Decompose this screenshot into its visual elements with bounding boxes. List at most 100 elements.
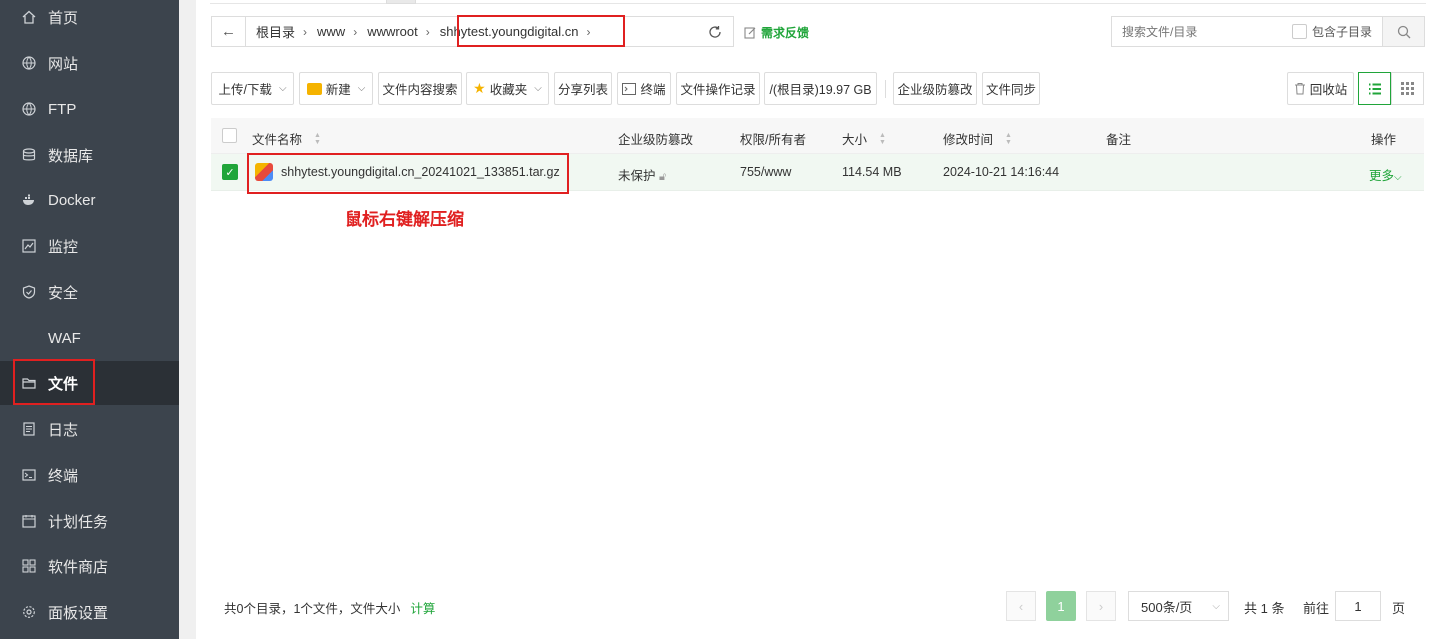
shield-icon xyxy=(22,285,36,299)
list-icon xyxy=(1368,83,1381,94)
terminal-button[interactable]: 终端 xyxy=(617,72,671,105)
header-name[interactable]: 文件名称 ▲ ▼ xyxy=(252,129,321,148)
header-remark-label: 备注 xyxy=(1106,133,1132,147)
favorites-dropdown[interactable]: ★ 收藏夹 ⌵ xyxy=(466,72,549,105)
share-list-label: 分享列表 xyxy=(558,83,609,97)
include-subdir-label: 包含子目录 xyxy=(1312,25,1373,39)
trash-icon xyxy=(1294,83,1305,95)
share-list-button[interactable]: 分享列表 xyxy=(554,72,612,105)
content-search-button[interactable]: 文件内容搜索 xyxy=(378,72,462,105)
breadcrumb-wwwroot[interactable]: wwwroot xyxy=(357,24,426,39)
sidebar-item-settings[interactable]: 面板设置 xyxy=(0,590,179,634)
table-row[interactable]: ✓ shhytest.youngdigital.cn_20241021_1338… xyxy=(211,154,1424,191)
breadcrumb-www[interactable]: www xyxy=(307,24,353,39)
header-mtime-label: 修改时间 xyxy=(943,133,994,147)
sidebar-item-label: 计划任务 xyxy=(48,513,109,531)
row-checkbox[interactable]: ✓ xyxy=(222,164,238,180)
operation-log-button[interactable]: 文件操作记录 xyxy=(676,72,760,105)
grid-view-button[interactable] xyxy=(1391,72,1424,105)
sidebar-item-cron[interactable]: 计划任务 xyxy=(0,499,179,543)
chevron-down-icon: ⌵ xyxy=(357,83,366,94)
firewall-icon xyxy=(22,331,36,345)
total-count: 共 1 条 xyxy=(1244,601,1285,616)
select-all-checkbox[interactable] xyxy=(222,128,237,143)
edit-icon xyxy=(744,27,756,39)
page-size-label: 500条/页 xyxy=(1141,599,1193,615)
sidebar-item-home[interactable]: 首页 xyxy=(0,0,179,39)
file-sync-button[interactable]: 文件同步 xyxy=(982,72,1040,105)
search-input[interactable] xyxy=(1112,17,1292,46)
next-page-button[interactable]: › xyxy=(1086,591,1116,621)
feedback-link[interactable]: 需求反馈 xyxy=(744,24,809,41)
page-size-select[interactable]: 500条/页 ⌵ xyxy=(1128,591,1229,621)
upload-download-label: 上传/下载 xyxy=(218,83,272,97)
prev-page-button[interactable]: ‹ xyxy=(1006,591,1036,621)
header-mtime[interactable]: 修改时间 ▲ ▼ xyxy=(943,129,1012,148)
sidebar-item-logs[interactable]: 日志 xyxy=(0,407,179,451)
search-icon xyxy=(1397,25,1410,38)
page-number-current[interactable]: 1 xyxy=(1046,591,1076,621)
terminal-icon xyxy=(622,82,637,95)
breadcrumb-site[interactable]: shhytest.youngdigital.cn xyxy=(430,24,587,39)
apps-icon xyxy=(22,559,36,573)
breadcrumb-root[interactable]: 根目录 xyxy=(246,22,303,41)
tab-stub[interactable] xyxy=(386,0,416,4)
chevron-down-icon: ⌵ xyxy=(1394,172,1402,183)
sidebar-item-label: WAF xyxy=(48,329,81,347)
file-name[interactable]: shhytest.youngdigital.cn_20241021_133851… xyxy=(281,165,560,179)
sidebar-item-store[interactable]: 软件商店 xyxy=(0,544,179,588)
sidebar-item-terminal[interactable]: 终端 xyxy=(0,453,179,497)
calculate-link[interactable]: 计算 xyxy=(410,598,435,617)
sidebar-item-ftp[interactable]: FTP xyxy=(0,87,179,131)
sidebar-item-monitor[interactable]: 监控 xyxy=(0,224,179,268)
file-permission[interactable]: 755/www xyxy=(740,165,791,179)
sidebar-item-security[interactable]: 安全 xyxy=(0,270,179,314)
back-button[interactable]: ← xyxy=(212,17,246,46)
sidebar-item-label: FTP xyxy=(48,100,77,118)
arrow-left-icon: ← xyxy=(221,23,236,40)
tamper-status[interactable]: 未保护 🔓︎ xyxy=(618,165,666,184)
unlock-icon: 🔓︎ xyxy=(659,171,667,183)
chevron-down-icon: ⌵ xyxy=(1212,600,1220,612)
tamper-proof-label: 企业级防篡改 xyxy=(897,83,973,97)
path-bar: ← 根目录 › www › wwwroot › shhytest.youngdi… xyxy=(211,16,734,47)
check-icon: ✓ xyxy=(225,166,235,179)
goto-page-input[interactable]: 1 xyxy=(1335,591,1381,621)
toolbar-divider xyxy=(885,80,886,98)
sort-icon: ▲ ▼ xyxy=(1005,131,1012,146)
upload-download-dropdown[interactable]: 上传/下载 ⌵ xyxy=(211,72,294,105)
monitor-icon xyxy=(22,239,36,253)
sidebar-item-docker[interactable]: Docker xyxy=(0,178,179,222)
content-search-label: 文件内容搜索 xyxy=(382,83,458,97)
sidebar-item-label: 安全 xyxy=(48,284,79,302)
header-size[interactable]: 大小 ▲ ▼ xyxy=(842,129,886,148)
header-ops: 操作 xyxy=(1371,129,1396,148)
refresh-button[interactable] xyxy=(696,16,734,47)
chevron-right-icon: › xyxy=(1098,598,1104,614)
feedback-label: 需求反馈 xyxy=(761,26,810,40)
include-subdir-checkbox[interactable]: 包含子目录 xyxy=(1292,23,1372,40)
summary-text: 共0个目录，1个文件，文件大小 xyxy=(224,602,401,616)
tamper-proof-button[interactable]: 企业级防篡改 xyxy=(893,72,977,105)
sidebar-item-label: 监控 xyxy=(48,238,79,256)
recycle-bin-button[interactable]: 回收站 xyxy=(1287,72,1354,105)
list-view-button[interactable] xyxy=(1358,72,1391,105)
sidebar-item-label: 数据库 xyxy=(48,147,94,165)
sidebar-item-database[interactable]: 数据库 xyxy=(0,133,179,177)
sidebar-item-website[interactable]: 网站 xyxy=(0,41,179,85)
gutter xyxy=(179,0,196,639)
sidebar-item-label: 软件商店 xyxy=(48,558,109,576)
chevron-right-icon: › xyxy=(586,24,591,39)
header-name-label: 文件名称 xyxy=(252,133,303,147)
sort-icon: ▲ ▼ xyxy=(879,131,886,146)
database-icon xyxy=(22,148,36,162)
header-permission: 权限/所有者 xyxy=(740,129,806,148)
sidebar-item-files[interactable]: 文件 xyxy=(0,361,179,405)
search-button[interactable] xyxy=(1382,17,1424,46)
disk-info-button[interactable]: /(根目录)19.97 GB xyxy=(764,72,877,105)
more-dropdown[interactable]: 更多⌵ xyxy=(1369,165,1402,184)
recycle-bin-label: 回收站 xyxy=(1309,83,1348,97)
sidebar-item-waf[interactable]: WAF xyxy=(0,316,179,360)
new-dropdown[interactable]: 新建 ⌵ xyxy=(299,72,373,105)
operation-log-label: 文件操作记录 xyxy=(680,83,756,97)
